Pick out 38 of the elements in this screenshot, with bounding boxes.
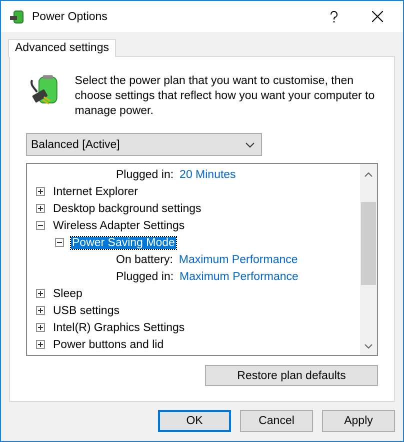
tree-item[interactable]: Sleep: [52, 288, 84, 300]
dialog-button[interactable]: Cancel: [240, 410, 313, 432]
setting-value-link[interactable]: Maximum Performance: [178, 254, 298, 266]
tree-item[interactable]: Power Saving Mode: [71, 236, 176, 248]
help-icon: [330, 10, 338, 22]
tree-item[interactable]: USB settings: [52, 304, 120, 316]
tree-item[interactable]: Desktop background settings: [52, 202, 202, 214]
tree-item[interactable]: Power buttons and lid: [52, 338, 165, 350]
dialog-button[interactable]: OK: [158, 410, 231, 432]
expand-icon[interactable]: [36, 340, 45, 349]
battery-plug-icon: [9, 8, 25, 24]
expand-icon[interactable]: [36, 306, 45, 315]
expand-icon[interactable]: [36, 187, 45, 196]
setting-value-link[interactable]: Maximum Performance: [180, 270, 298, 282]
tab[interactable]: Advanced settings: [8, 39, 116, 57]
expand-icon[interactable]: [36, 289, 45, 298]
expand-icon[interactable]: [36, 323, 45, 332]
dialog-button[interactable]: Apply: [322, 410, 395, 432]
tree-item[interactable]: Internet Explorer: [52, 186, 140, 198]
setting-label: Plugged in:: [116, 270, 174, 282]
collapse-icon[interactable]: [55, 238, 64, 247]
setting-label: Plugged in:: [116, 168, 174, 180]
restore-defaults-button[interactable]: Restore plan defaults: [205, 365, 378, 386]
chevron-up-icon[interactable]: [364, 172, 373, 177]
scrollbar[interactable]: [360, 164, 377, 355]
close-icon: [372, 11, 382, 22]
chevron-down-icon[interactable]: [364, 344, 373, 349]
chevron-down-icon: [245, 142, 255, 148]
scrollbar-thumb[interactable]: [361, 202, 376, 285]
power-plan-dropdown[interactable]: Balanced [Active]: [26, 133, 262, 156]
description-text: Select the power plan that you want to customise, then choose settings that reflect how you want your computer to manage power.: [74, 74, 376, 119]
setting-value-link[interactable]: 20 Minutes: [180, 168, 236, 180]
collapse-icon[interactable]: [36, 221, 45, 230]
window-title: Power Options: [32, 10, 108, 22]
expand-icon[interactable]: [36, 204, 45, 213]
setting-label: On battery:: [116, 254, 173, 266]
tree-item[interactable]: Intel(R) Graphics Settings: [52, 322, 186, 334]
tree-item[interactable]: Wireless Adapter Settings: [52, 220, 186, 232]
